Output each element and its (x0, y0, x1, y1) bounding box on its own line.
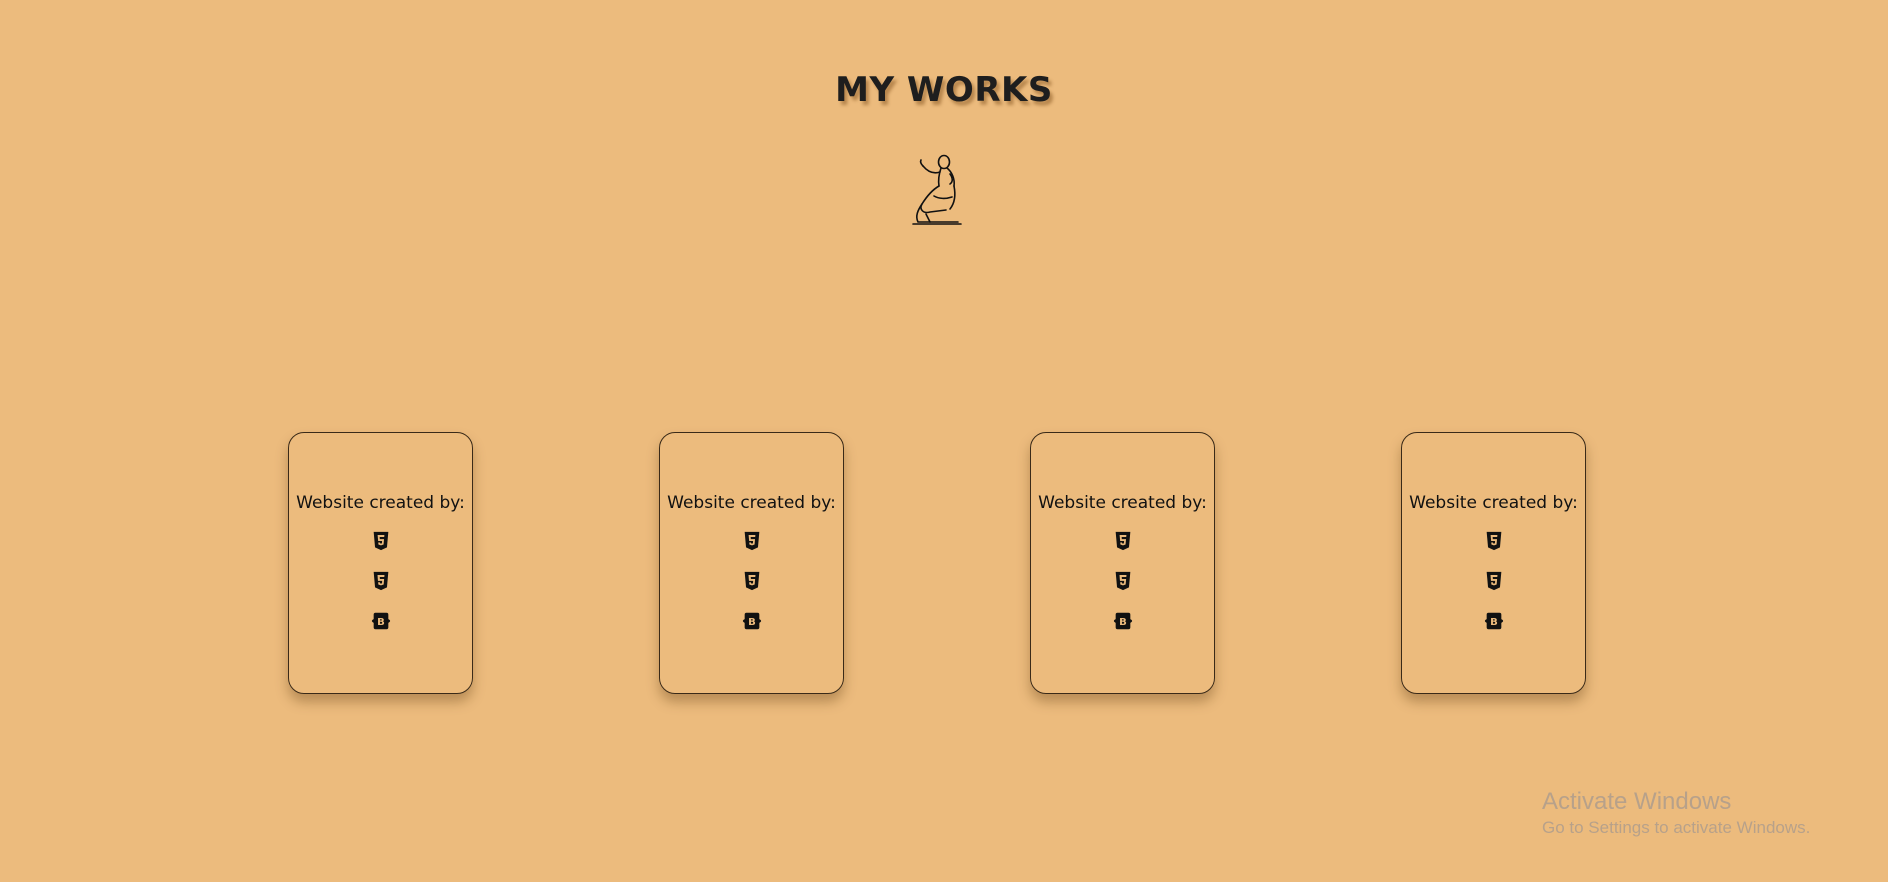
svg-text:B: B (377, 617, 385, 628)
watermark-subtitle: Go to Settings to activate Windows. (1542, 818, 1811, 837)
tech-icon-list: B (1402, 530, 1585, 650)
card-label: Website created by: (296, 493, 465, 513)
tech-icon-list: B (660, 530, 843, 650)
bootstrap-icon: B (1484, 612, 1503, 630)
page: MY WORKS Website created by: B Website c… (0, 0, 1888, 882)
work-card-3[interactable]: Website created by: B (1030, 432, 1215, 694)
svg-text:B: B (748, 617, 756, 628)
kneeling-figure-icon (912, 154, 962, 225)
svg-text:B: B (1119, 617, 1127, 628)
html5-icon (1486, 531, 1501, 551)
watermark-title: Activate Windows (1542, 788, 1732, 815)
work-card-1[interactable]: Website created by: B (288, 432, 473, 694)
activate-windows-watermark: Activate Windows Go to Settings to activ… (1542, 788, 1810, 840)
page-title: MY WORKS (835, 70, 1053, 110)
bootstrap-icon: B (1113, 612, 1132, 630)
html5-icon (373, 531, 388, 551)
bootstrap-icon: B (371, 612, 390, 630)
work-card-2[interactable]: Website created by: B (659, 432, 844, 694)
card-label: Website created by: (1409, 493, 1578, 513)
html5-icon (1115, 531, 1130, 551)
svg-text:B: B (1490, 617, 1498, 628)
css3-icon (373, 571, 388, 591)
card-label: Website created by: (667, 493, 836, 513)
css3-icon (1115, 571, 1130, 591)
tech-icon-list: B (289, 530, 472, 650)
html5-icon (744, 531, 759, 551)
tech-icon-list: B (1031, 530, 1214, 650)
bootstrap-icon: B (742, 612, 761, 630)
work-card-4[interactable]: Website created by: B (1401, 432, 1586, 694)
card-label: Website created by: (1038, 493, 1207, 513)
css3-icon (744, 571, 759, 591)
css3-icon (1486, 571, 1501, 591)
